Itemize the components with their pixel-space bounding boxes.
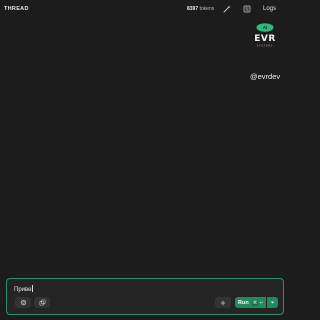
paperclip-icon — [20, 299, 26, 306]
sliders-icon[interactable] — [242, 4, 252, 14]
brand-block: AI EVR SYSTEMS @evrdev — [248, 22, 282, 81]
token-label: tokens — [199, 6, 215, 12]
plus-icon — [220, 300, 226, 305]
shortcut-enter-key: ↵ — [259, 299, 264, 305]
run-label: Run — [238, 299, 249, 306]
brand-handle: @evrdev — [250, 72, 281, 81]
chevron-down-icon — [270, 301, 275, 304]
run-shortcut: ⌘ ↵ — [251, 299, 264, 306]
token-counter: 8397 tokens — [187, 6, 214, 12]
logo-badge-text: AI — [263, 25, 268, 30]
message-input-text: Приве — [14, 287, 32, 293]
shortcut-mod-key: ⌘ — [251, 299, 259, 306]
run-options-dropdown[interactable] — [267, 297, 278, 308]
add-button[interactable] — [215, 297, 231, 308]
message-composer[interactable]: Приве Run ⌘ ↵ — [6, 278, 284, 315]
logs-link[interactable]: Logs — [263, 6, 276, 12]
text-caret — [31, 285, 33, 292]
token-count: 8397 — [187, 6, 199, 12]
thread-title: THREAD — [4, 6, 29, 12]
logo-main-text: EVR — [254, 34, 276, 44]
copy-icon — [39, 299, 45, 306]
message-input[interactable]: Приве — [14, 285, 33, 293]
run-button[interactable]: Run ⌘ ↵ — [235, 297, 266, 308]
brand-logo: AI EVR SYSTEMS — [254, 23, 276, 48]
logo-subtext: SYSTEMS — [257, 44, 274, 48]
attach-button[interactable] — [15, 297, 31, 308]
magic-wand-icon[interactable] — [222, 4, 232, 14]
copy-button[interactable] — [34, 297, 50, 308]
top-bar: THREAD 8397 tokens Logs — [0, 0, 292, 20]
